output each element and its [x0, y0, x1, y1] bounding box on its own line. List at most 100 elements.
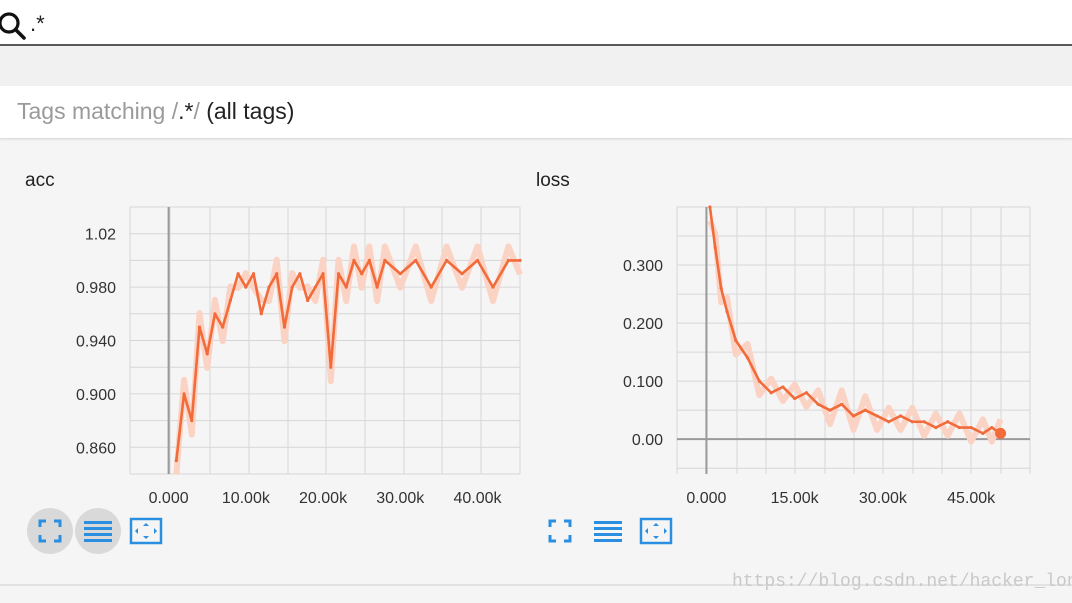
- data-point: [236, 272, 240, 276]
- data-point: [734, 338, 738, 343]
- chart-plot-acc[interactable]: 1.02 0.980 0.940 0.900 0.860 0.000 10.00k 20.00…: [0, 150, 530, 510]
- data-point: [851, 414, 856, 418]
- tag-filter-bar: .*: [0, 0, 1072, 46]
- data-point: [282, 325, 287, 329]
- fullscreen-icon: [548, 519, 572, 543]
- x-tick-label: 15.00k: [771, 490, 820, 507]
- data-point: [713, 246, 717, 250]
- x-tick-label: 10.00k: [222, 490, 271, 507]
- fit-to-data-button[interactable]: [123, 508, 169, 554]
- y-tick-label: 1.02: [85, 227, 116, 244]
- y-tick-label: 0.980: [76, 280, 116, 297]
- raw-series-line: [707, 219, 1004, 445]
- data-point: [719, 286, 723, 290]
- fit-domain-button[interactable]: [27, 508, 73, 554]
- data-point: [197, 325, 202, 329]
- y-tick-label: 0.900: [76, 387, 116, 404]
- data-point: [344, 285, 348, 289]
- tags-prefix: Tags matching /: [17, 98, 179, 124]
- expand-box-icon: [639, 517, 673, 545]
- data-point: [922, 420, 926, 424]
- data-point: [414, 258, 418, 262]
- fullscreen-icon: [38, 519, 62, 543]
- y-tick-label: 0.200: [623, 316, 663, 333]
- data-point: [746, 356, 750, 360]
- data-point: [910, 420, 914, 424]
- data-point: [360, 272, 364, 276]
- chart-plot-loss[interactable]: 0.300 0.200 0.100 0.00 0.000 15.00k 30.00k 45.0…: [536, 150, 1072, 510]
- watermark-text: https://blog.csdn.net/hacker_long: [732, 572, 1072, 592]
- y-tick-label: 0.940: [76, 334, 116, 351]
- toggle-log-scale-button[interactable]: [585, 508, 631, 554]
- tags-matching-label: Tags matching /.*/ (all tags): [17, 98, 294, 125]
- x-tick-label: 45.00k: [947, 490, 996, 507]
- data-point: [228, 298, 232, 303]
- tags-suffix: /: [193, 98, 200, 124]
- spacer-band: [0, 46, 1072, 86]
- data-point: [934, 425, 938, 430]
- data-point: [259, 312, 263, 316]
- data-point: [491, 285, 495, 289]
- data-point: [182, 392, 186, 396]
- data-point: [267, 285, 271, 289]
- fit-to-data-button[interactable]: [633, 508, 679, 554]
- data-point: [205, 352, 209, 356]
- data-point: [757, 379, 761, 383]
- data-point: [321, 272, 325, 276]
- data-point: [290, 285, 294, 289]
- data-point: [329, 365, 333, 369]
- data-point: [352, 258, 356, 262]
- data-point: [367, 258, 372, 262]
- data-point: [445, 258, 449, 262]
- x-tick-label: 30.00k: [376, 490, 425, 507]
- data-point: [251, 272, 256, 276]
- data-point: [725, 309, 729, 314]
- tags-note: (all tags): [206, 98, 295, 124]
- data-point: [887, 420, 891, 424]
- data-point: [518, 258, 522, 262]
- data-point: [969, 425, 973, 430]
- data-point: [336, 272, 341, 276]
- tag-filter-input[interactable]: .*: [30, 11, 45, 37]
- x-tick-label: 20.00k: [299, 490, 348, 507]
- y-tick-label: 0.00: [632, 432, 663, 449]
- data-point: [793, 396, 797, 401]
- data-point: [804, 391, 809, 395]
- data-point: [213, 312, 217, 316]
- data-point: [957, 425, 961, 430]
- chart-card-loss: loss 0.300 0.200 0.100 0.00 0.000 15.00k 30.00…: [536, 150, 1072, 570]
- fit-domain-button[interactable]: [537, 508, 583, 554]
- data-point: [946, 420, 950, 424]
- smoothed-series-line: [708, 206, 1002, 435]
- data-point: [221, 325, 225, 329]
- data-point: [306, 298, 310, 303]
- data-point: [828, 408, 832, 412]
- expand-box-icon: [129, 517, 163, 545]
- chart-card-acc: acc 1.02 0.980 0.940 0.900 0.860 0.000 10.00k 2…: [0, 150, 530, 570]
- data-point: [429, 285, 433, 289]
- x-tick-label: 0.000: [149, 490, 189, 507]
- list-lines-icon: [594, 521, 622, 542]
- data-point: [875, 414, 879, 418]
- x-tick-label: 0.000: [686, 490, 726, 507]
- toggle-log-scale-button[interactable]: [75, 508, 121, 554]
- data-point: [298, 272, 302, 276]
- data-point: [898, 414, 903, 418]
- data-point: [313, 285, 317, 289]
- list-lines-icon: [84, 521, 112, 542]
- x-tick-label: 30.00k: [859, 490, 908, 507]
- data-point: [769, 391, 773, 395]
- data-point: [506, 258, 511, 262]
- last-point-marker: [995, 427, 1007, 439]
- data-point: [863, 408, 867, 412]
- data-point: [398, 272, 402, 276]
- data-point: [244, 285, 248, 289]
- data-point: [990, 425, 994, 430]
- tags-pattern: .*: [178, 98, 194, 124]
- data-point: [460, 272, 464, 276]
- y-tick-label: 0.300: [623, 258, 663, 275]
- data-point: [781, 385, 785, 389]
- data-point: [475, 258, 480, 262]
- data-point: [708, 205, 712, 209]
- data-point: [375, 285, 379, 289]
